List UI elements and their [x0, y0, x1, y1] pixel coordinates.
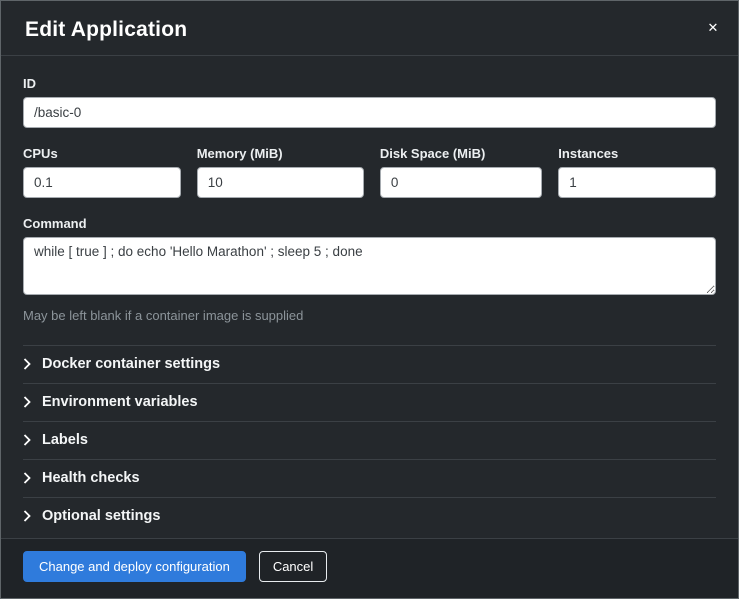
section-health-checks[interactable]: Health checks	[23, 459, 716, 497]
memory-input[interactable]	[197, 167, 364, 198]
edit-application-modal: Edit Application ✕ ID CPUs Memory (MiB) …	[0, 0, 739, 599]
disk-input[interactable]	[380, 167, 542, 198]
section-labels[interactable]: Labels	[23, 421, 716, 459]
close-icon[interactable]: ✕	[702, 17, 724, 39]
id-input[interactable]	[23, 97, 716, 128]
modal-footer: Change and deploy configuration Cancel	[1, 538, 738, 598]
id-field-group: ID	[23, 76, 716, 128]
section-label: Optional settings	[42, 508, 160, 524]
section-label: Docker container settings	[42, 356, 220, 372]
resource-fields-row: CPUs Memory (MiB) Disk Space (MiB) Insta…	[23, 146, 716, 198]
instances-input[interactable]	[558, 167, 716, 198]
section-label: Environment variables	[42, 394, 198, 410]
cancel-button[interactable]: Cancel	[259, 551, 327, 582]
instances-field-group: Instances	[558, 146, 716, 198]
chevron-right-icon	[23, 510, 31, 522]
cpus-label: CPUs	[23, 146, 181, 161]
instances-label: Instances	[558, 146, 716, 161]
section-label: Labels	[42, 432, 88, 448]
memory-field-group: Memory (MiB)	[197, 146, 364, 198]
section-docker-container-settings[interactable]: Docker container settings	[23, 345, 716, 383]
chevron-right-icon	[23, 434, 31, 446]
command-field-group: Command while [ true ] ; do echo 'Hello …	[23, 216, 716, 323]
command-textarea[interactable]: while [ true ] ; do echo 'Hello Marathon…	[23, 237, 716, 295]
disk-label: Disk Space (MiB)	[380, 146, 542, 161]
change-and-deploy-button[interactable]: Change and deploy configuration	[23, 551, 246, 582]
modal-body: ID CPUs Memory (MiB) Disk Space (MiB) In…	[1, 56, 738, 538]
command-label: Command	[23, 216, 716, 231]
chevron-right-icon	[23, 396, 31, 408]
id-label: ID	[23, 76, 716, 91]
cpus-field-group: CPUs	[23, 146, 181, 198]
cpus-input[interactable]	[23, 167, 181, 198]
section-label: Health checks	[42, 470, 140, 486]
page-title: Edit Application	[25, 18, 187, 41]
memory-label: Memory (MiB)	[197, 146, 364, 161]
collapsible-sections: Docker container settings Environment va…	[23, 345, 716, 535]
section-optional-settings[interactable]: Optional settings	[23, 497, 716, 535]
chevron-right-icon	[23, 358, 31, 370]
command-help-text: May be left blank if a container image i…	[23, 308, 716, 323]
chevron-right-icon	[23, 472, 31, 484]
section-environment-variables[interactable]: Environment variables	[23, 383, 716, 421]
modal-header: Edit Application ✕	[1, 1, 738, 56]
disk-field-group: Disk Space (MiB)	[380, 146, 542, 198]
